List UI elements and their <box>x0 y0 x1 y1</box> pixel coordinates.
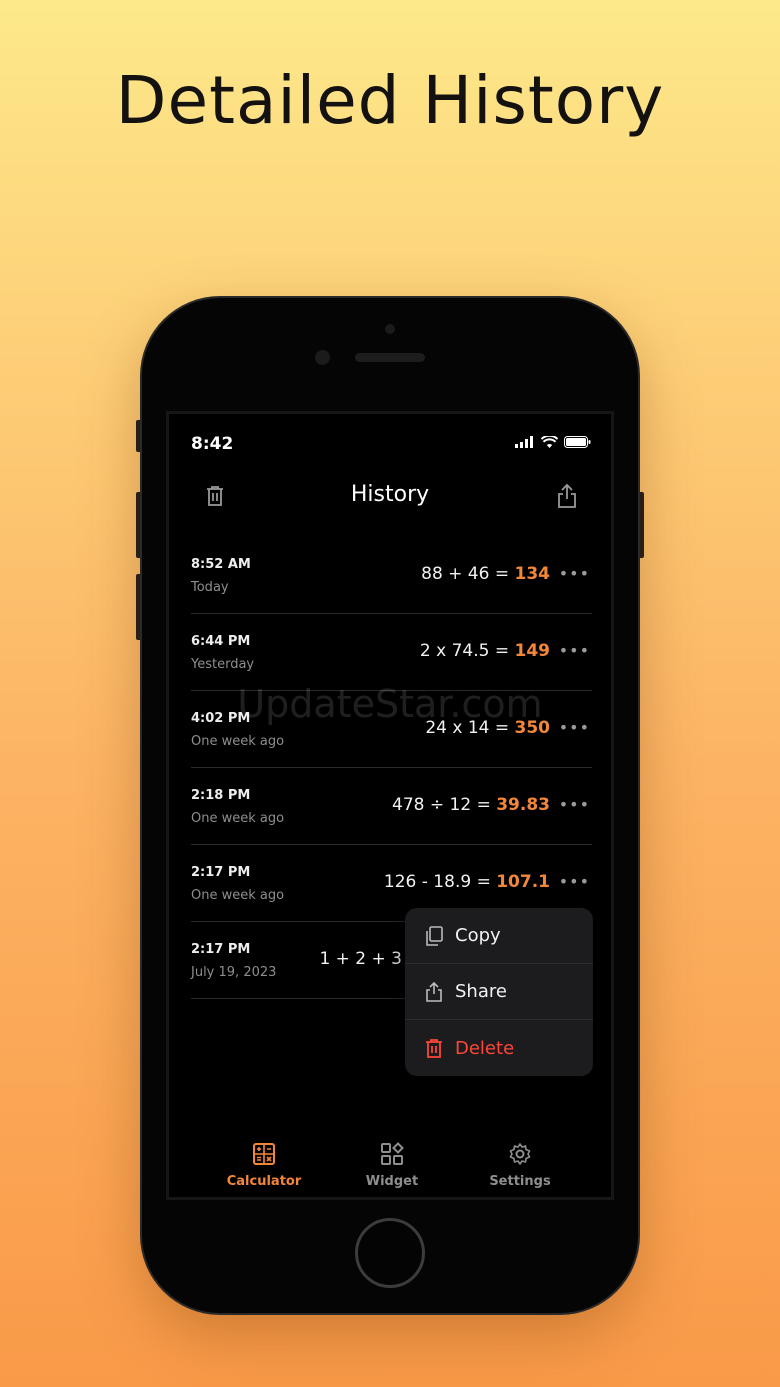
status-icons <box>515 436 591 448</box>
history-row[interactable]: 2:18 PM One week ago 478 ÷ 12 = 39.83 ••… <box>191 768 592 845</box>
row-date: One week ago <box>191 734 285 749</box>
export-history-button[interactable] <box>553 482 581 510</box>
expression-text: 126 - 18.9 = <box>383 872 497 892</box>
expression-text: 88 + 46 = <box>421 564 515 584</box>
result-value: 350 <box>514 718 551 738</box>
expression-text: 478 ÷ 12 = <box>392 795 497 815</box>
row-time: 2:18 PM <box>191 788 251 803</box>
row-expression: 126 - 18.9 = 107.1 <box>384 872 550 892</box>
tab-bar: Calculator Widget Settings <box>169 1142 611 1197</box>
tab-widget[interactable]: Widget <box>337 1142 447 1189</box>
copy-menu-item[interactable]: Copy <box>405 908 593 964</box>
row-expression: 2 x 74.5 = 149 <box>420 641 550 661</box>
more-options-icon[interactable]: ••• <box>559 641 590 660</box>
expression-text: 2 x 74.5 = <box>419 641 515 661</box>
battery-icon <box>564 436 591 448</box>
history-row[interactable]: 8:52 AM Today 88 + 46 = 134 ••• <box>191 537 592 614</box>
row-date: One week ago <box>191 888 285 903</box>
delete-label: Delete <box>455 1037 515 1059</box>
row-time: 6:44 PM <box>191 634 251 649</box>
result-value: 149 <box>514 641 551 661</box>
gear-icon <box>509 1143 531 1165</box>
app-screen: 8:42 History 8:52 AM Today 88 + 46 = 134… <box>166 411 614 1200</box>
status-time: 8:42 <box>191 434 234 454</box>
history-row[interactable]: 6:44 PM Yesterday 2 x 74.5 = 149 ••• <box>191 614 592 691</box>
page-title: History <box>350 482 430 507</box>
front-camera <box>315 350 330 365</box>
result-value: 39.83 <box>496 795 550 815</box>
row-time: 2:17 PM <box>191 865 251 880</box>
more-options-icon[interactable]: ••• <box>559 872 590 891</box>
row-expression: 24 x 14 = 350 <box>425 718 550 738</box>
tab-label: Settings <box>489 1174 551 1189</box>
share-icon <box>558 484 576 508</box>
row-time: 8:52 AM <box>191 557 251 572</box>
page-headline: Detailed History <box>115 62 665 139</box>
share-icon <box>426 981 442 1002</box>
row-expression: 88 + 46 = 134 <box>421 564 550 584</box>
delete-menu-item[interactable]: Delete <box>405 1020 593 1076</box>
trash-icon <box>426 1039 442 1058</box>
earpiece-speaker <box>355 353 425 362</box>
share-label: Share <box>455 981 507 1002</box>
row-expression: 1 + 2 + 3 <box>319 949 402 969</box>
proximity-sensor <box>385 324 395 334</box>
tab-label: Calculator <box>226 1174 302 1189</box>
more-options-icon[interactable]: ••• <box>559 564 590 583</box>
row-time: 2:17 PM <box>191 942 251 957</box>
history-row[interactable]: 4:02 PM One week ago 24 x 14 = 350 ••• <box>191 691 592 768</box>
result-value: 134 <box>514 564 551 584</box>
power-button <box>638 492 644 558</box>
row-date: July 19, 2023 <box>191 965 277 980</box>
share-menu-item[interactable]: Share <box>405 964 593 1020</box>
copy-icon <box>426 925 443 946</box>
context-menu: Copy Share Delete <box>405 908 593 1076</box>
widget-icon <box>381 1142 404 1165</box>
row-expression: 478 ÷ 12 = 39.83 <box>392 795 550 815</box>
result-value: 107.1 <box>496 872 550 892</box>
more-options-icon[interactable]: ••• <box>559 795 590 814</box>
tab-label: Widget <box>365 1174 419 1189</box>
wifi-icon <box>541 436 558 448</box>
expression-text: 24 x 14 = <box>425 718 515 738</box>
signal-icon <box>515 436 533 448</box>
row-date: Today <box>191 580 229 595</box>
row-time: 4:02 PM <box>191 711 251 726</box>
home-button[interactable] <box>355 1218 425 1288</box>
row-date: Yesterday <box>191 657 255 672</box>
row-date: One week ago <box>191 811 285 826</box>
calculator-icon <box>253 1143 275 1165</box>
tab-calculator[interactable]: Calculator <box>209 1142 319 1189</box>
tab-settings[interactable]: Settings <box>465 1142 575 1189</box>
expression-text: 1 + 2 + 3 <box>319 949 402 969</box>
more-options-icon[interactable]: ••• <box>559 718 590 737</box>
copy-label: Copy <box>455 925 501 946</box>
